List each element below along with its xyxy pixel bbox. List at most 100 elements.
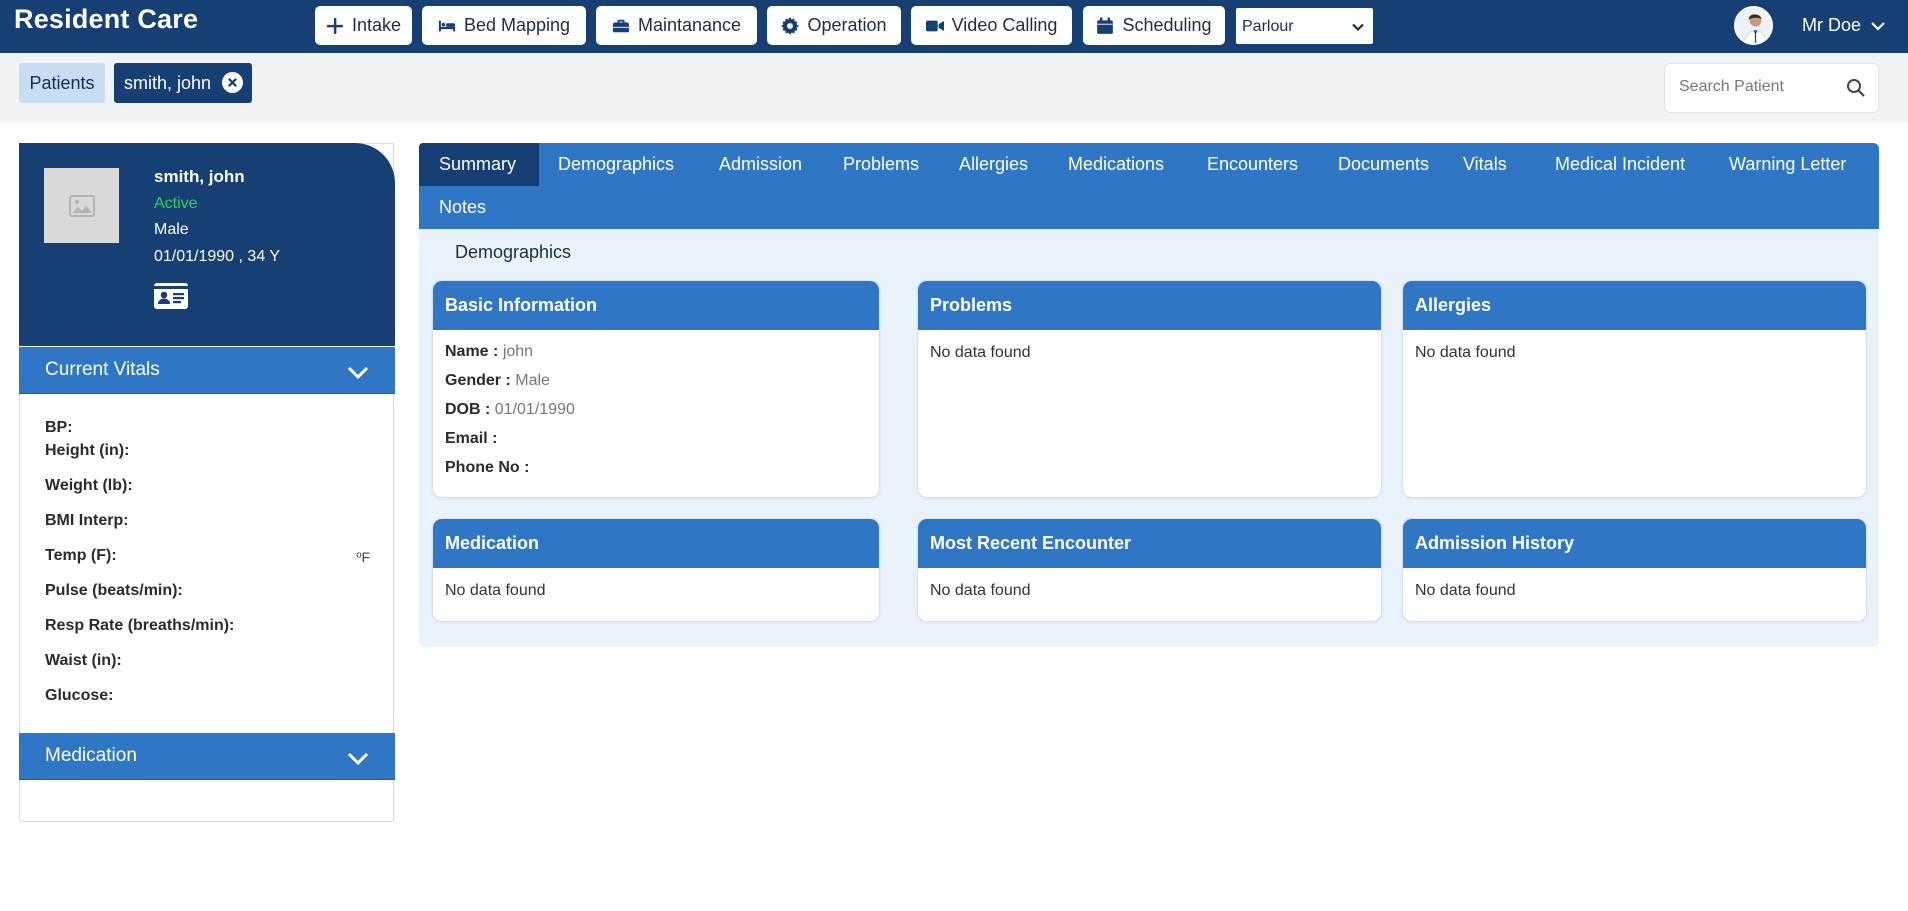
vital-label: Weight (lb): (45, 477, 133, 494)
user-avatar[interactable] (1734, 6, 1773, 45)
intake-button[interactable]: Intake (315, 6, 412, 45)
patient-profile-header: smith, john Active Male 01/01/1990 , 34 … (19, 143, 395, 346)
patient-gender: Male (154, 221, 189, 238)
id-card-icon[interactable] (154, 283, 188, 309)
section-title: Demographics (455, 242, 572, 262)
user-name[interactable]: Mr Doe (1802, 15, 1861, 36)
search-icon[interactable] (1846, 78, 1866, 98)
tab-medications[interactable]: Medications (1068, 143, 1164, 186)
vital-row: Resp Rate (breaths/min): (45, 617, 370, 652)
search-patient-input[interactable] (1679, 78, 1839, 96)
bed-mapping-button[interactable]: Bed Mapping (422, 6, 586, 45)
card-empty-text: No data found (930, 344, 1031, 361)
tab-demographics[interactable]: Demographics (558, 143, 674, 186)
patients-tab[interactable]: Patients (19, 63, 105, 103)
tab-allergies[interactable]: Allergies (959, 143, 1028, 186)
temp-unit: ºF (356, 549, 370, 565)
calendar-icon (1097, 17, 1114, 34)
vital-row: Weight (lb): (45, 477, 370, 512)
card-empty-text: No data found (1415, 344, 1516, 361)
info-label: Phone No : (445, 459, 530, 476)
search-patient-box (1664, 63, 1879, 113)
location-select[interactable]: Parlour (1234, 6, 1375, 46)
maintanance-button[interactable]: Maintanance (596, 6, 757, 45)
info-row: Email : (445, 430, 867, 459)
current-vitals-title: Current Vitals (45, 359, 160, 380)
card-title: Admission History (1403, 519, 1866, 568)
image-placeholder-icon (68, 194, 95, 217)
video-camera-icon (925, 20, 944, 31)
vital-label: Pulse (beats/min): (45, 582, 183, 599)
vital-row: Pulse (beats/min): (45, 582, 370, 617)
vital-label: Glucose: (45, 687, 114, 704)
chevron-down-icon (347, 752, 369, 765)
info-row: Gender : Male (445, 372, 867, 401)
chevron-down-icon (1352, 23, 1364, 32)
vital-label: Waist (in): (45, 652, 122, 669)
top-navbar: Resident Care Intake Bed Mapping Maintan… (0, 0, 1908, 53)
patient-tabs-strip: Patients smith, john (0, 53, 1908, 122)
tab-vitals[interactable]: Vitals (1463, 143, 1507, 186)
vitals-list: BP: Height (in): Weight (lb): BMI Interp… (45, 419, 370, 722)
vital-label: BMI Interp: (45, 512, 129, 529)
admission-history-card: Admission History No data found (1402, 518, 1867, 622)
vital-row: Waist (in): (45, 652, 370, 687)
tab-documents[interactable]: Documents (1338, 143, 1429, 186)
patient-status: Active (154, 195, 198, 212)
card-empty-text: No data found (445, 582, 546, 599)
bed-icon (438, 20, 456, 31)
location-select-value: Parlour (1242, 18, 1294, 35)
tab-admission[interactable]: Admission (719, 143, 802, 186)
vital-row: BMI Interp: (45, 512, 370, 547)
video-calling-label: Video Calling (951, 15, 1058, 35)
medication-accordion[interactable]: Medication (19, 733, 395, 780)
info-label: Email : (445, 430, 498, 447)
gear-icon (781, 16, 800, 35)
bed-mapping-label: Bed Mapping (463, 15, 571, 35)
tab-medical-incident[interactable]: Medical Incident (1555, 143, 1685, 186)
vital-row: Temp (F): ºF (45, 547, 370, 582)
tab-encounters[interactable]: Encounters (1207, 143, 1298, 186)
info-label: Gender : (445, 372, 511, 389)
card-title: Basic Information (433, 281, 879, 330)
current-vitals-accordion[interactable]: Current Vitals (19, 347, 395, 394)
problems-card: Problems No data found (917, 280, 1382, 498)
open-patient-tab-label: smith, john (124, 72, 212, 93)
info-value: Male (515, 372, 550, 389)
scheduling-button[interactable]: Scheduling (1083, 6, 1225, 45)
toolbox-icon (612, 19, 630, 32)
tab-warning-letter[interactable]: Warning Letter (1729, 143, 1846, 186)
info-row: DOB : 01/01/1990 (445, 401, 867, 430)
medication-accordion-title: Medication (45, 745, 137, 766)
vital-label: Resp Rate (breaths/min): (45, 617, 235, 634)
tab-problems[interactable]: Problems (843, 143, 919, 186)
info-row: Phone No : (445, 459, 867, 488)
vital-row: BP: (45, 419, 370, 442)
close-icon[interactable] (222, 72, 243, 93)
plus-icon (327, 17, 343, 34)
info-label: DOB : (445, 401, 491, 418)
open-patient-tab[interactable]: smith, john (114, 63, 252, 103)
tab-summary[interactable]: Summary (419, 143, 539, 186)
chart-tabs-bar: Summary Demographics Admission Problems … (419, 143, 1879, 229)
card-title: Problems (918, 281, 1381, 330)
patient-dob-age: 01/01/1990 , 34 Y (154, 248, 281, 265)
chevron-down-icon[interactable] (1870, 19, 1886, 33)
patient-sidebar: smith, john Active Male 01/01/1990 , 34 … (19, 143, 395, 822)
patient-photo-placeholder (44, 168, 119, 243)
card-empty-text: No data found (930, 582, 1031, 599)
allergies-card: Allergies No data found (1402, 280, 1867, 498)
card-title: Medication (433, 519, 879, 568)
doctor-avatar-icon (1736, 8, 1771, 43)
basic-information-card: Basic Information Name : john Gender : M… (432, 280, 880, 498)
summary-panel: Demographics Basic Information Name : jo… (419, 229, 1879, 647)
operation-button[interactable]: Operation (767, 6, 901, 45)
operation-label: Operation (807, 15, 887, 35)
intake-label: Intake (351, 15, 402, 35)
vital-label: Height (in): (45, 442, 130, 459)
info-row: Name : john (445, 343, 867, 372)
video-calling-button[interactable]: Video Calling (911, 6, 1072, 45)
vital-row: Height (in): (45, 442, 370, 477)
tab-notes[interactable]: Notes (439, 186, 486, 229)
scheduling-label: Scheduling (1122, 15, 1212, 35)
